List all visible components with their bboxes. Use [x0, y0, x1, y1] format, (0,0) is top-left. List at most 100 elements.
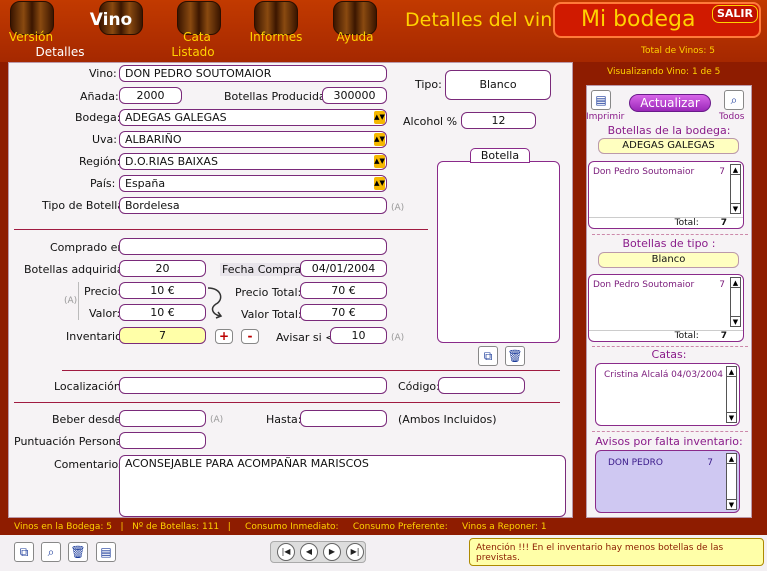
vintage-label: Añada: [80, 90, 119, 103]
total-price-field[interactable]: 70 € [300, 282, 387, 299]
print-icon[interactable]: ▤ [96, 542, 116, 562]
winery-bottles-value: ADEGAS GALEGAS [598, 138, 739, 154]
purchased-at-field[interactable] [119, 238, 387, 255]
swap-arrow-icon[interactable] [206, 284, 228, 320]
divider [592, 431, 748, 432]
alcohol-field[interactable]: 12 [461, 112, 536, 129]
personal-score-field[interactable] [119, 432, 206, 449]
warn-threshold-field[interactable]: 10 [330, 327, 387, 344]
nav-cata[interactable]: Cata [162, 30, 232, 44]
decrement-button[interactable]: - [241, 329, 259, 344]
exit-button[interactable]: SALIR [712, 5, 758, 23]
tasting-date: 04/03/2004 [671, 370, 723, 380]
last-record-icon[interactable]: ▶| [346, 543, 364, 561]
scroll-up-icon[interactable]: ▲ [731, 278, 740, 288]
divider [14, 402, 560, 403]
scrollbar[interactable]: ▲ ▼ [730, 164, 741, 214]
print-label[interactable]: Imprimir [586, 112, 624, 122]
add-image-icon[interactable]: ⧉ [478, 346, 498, 366]
chevron-down-icon[interactable]: ▲▼ [374, 155, 385, 168]
nav-details[interactable]: Detalles [25, 45, 95, 59]
chevron-down-icon[interactable]: ▲▼ [374, 133, 385, 146]
grape-select[interactable]: ALBARIÑO ▲▼ [119, 131, 387, 148]
nav-ayuda[interactable]: Ayuda [320, 30, 390, 44]
search-icon[interactable]: ⌕ [41, 542, 61, 562]
tastings-list[interactable]: Cristina Alcalá 04/03/2004 ▲ ▼ [595, 363, 740, 426]
print-icon[interactable]: ▤ [591, 90, 611, 110]
list-item[interactable]: Don Pedro Soutomaior 7 [589, 280, 743, 290]
drink-from-field[interactable] [119, 410, 206, 427]
scroll-up-icon[interactable]: ▲ [727, 367, 736, 377]
region-value: D.O.RIAS BAIXAS [125, 155, 218, 168]
comments-label: Comentarios: [54, 458, 128, 471]
first-record-icon[interactable]: |◀ [277, 543, 295, 561]
nav-informes[interactable]: Informes [241, 30, 311, 44]
scroll-down-icon[interactable]: ▼ [727, 412, 736, 422]
bottles-acquired-field[interactable]: 20 [119, 260, 206, 277]
scroll-up-icon[interactable]: ▲ [731, 165, 740, 175]
nav-vino[interactable]: Vino [76, 10, 146, 30]
scrollbar[interactable]: ▲ ▼ [726, 366, 737, 423]
purchase-date-field[interactable]: 04/01/2004 [300, 260, 387, 277]
inventory-alert: Atención !!! En el inventario hay menos … [469, 538, 764, 566]
vintage-field[interactable]: 2000 [119, 87, 182, 104]
warn-if-label: Avisar si < [276, 331, 335, 344]
chevron-down-icon[interactable]: ▲▼ [374, 177, 385, 190]
wine-name-field[interactable]: DON PEDRO SOUTOMAIOR [119, 65, 387, 82]
country-select[interactable]: España ▲▼ [119, 175, 387, 192]
scroll-up-icon[interactable]: ▲ [727, 454, 736, 464]
type-bottles-value: Blanco [598, 252, 739, 268]
trash-icon[interactable]: 🗑 [68, 542, 88, 562]
next-record-icon[interactable]: ▶ [323, 543, 341, 561]
alert-wine-name: DON PEDRO [608, 458, 663, 468]
hint-a: (A) [64, 296, 78, 306]
type-label: Tipo: [415, 78, 442, 91]
inventory-field[interactable]: 7 [119, 327, 206, 344]
price-field[interactable]: 10 € [119, 282, 206, 299]
code-field[interactable] [438, 377, 525, 394]
type-bottles-list[interactable]: Don Pedro Soutomaior 7 ▲ ▼ Total: 7 [588, 274, 744, 342]
increment-button[interactable]: + [215, 329, 233, 344]
prev-record-icon[interactable]: ◀ [300, 543, 318, 561]
comments-textarea[interactable]: ACONSEJABLE PARA ACOMPAÑAR MARISCOS [119, 455, 566, 517]
winery-bottles-list[interactable]: Don Pedro Soutomaior 7 ▲ ▼ Total: 7 [588, 161, 744, 229]
region-select[interactable]: D.O.RIAS BAIXAS ▲▼ [119, 153, 387, 170]
bottles-produced-field[interactable]: 300000 [322, 87, 387, 104]
total-value-field[interactable]: 70 € [300, 304, 387, 321]
stock-alerts-list[interactable]: DON PEDRO 7 ▲ ▼ [595, 450, 740, 513]
scroll-down-icon[interactable]: ▼ [731, 316, 740, 326]
winery-select[interactable]: ADEGAS GALEGAS ▲▼ [119, 109, 387, 126]
until-field[interactable] [300, 410, 387, 427]
type-bottles-title: Botellas de tipo : [622, 237, 716, 250]
scrollbar[interactable]: ▲ ▼ [726, 453, 737, 510]
scroll-down-icon[interactable]: ▼ [727, 499, 736, 509]
scroll-down-icon[interactable]: ▼ [731, 203, 740, 213]
country-value: España [125, 177, 166, 190]
update-button[interactable]: Actualizar [629, 94, 711, 112]
winery-value: ADEGAS GALEGAS [125, 111, 227, 124]
search-icon[interactable]: ⌕ [724, 90, 744, 110]
nav-version[interactable]: Versión [0, 30, 66, 44]
add-record-icon[interactable]: ⧉ [14, 542, 34, 562]
scrollbar[interactable]: ▲ ▼ [730, 277, 741, 327]
all-label[interactable]: Todos [719, 112, 744, 122]
total-label: Total: [674, 331, 699, 341]
location-field[interactable] [119, 377, 387, 394]
list-item[interactable]: Don Pedro Soutomaior 7 [589, 167, 743, 177]
trash-icon[interactable]: 🗑 [505, 346, 525, 366]
hint-a: (A) [391, 333, 405, 343]
list-item[interactable]: DON PEDRO 7 [596, 458, 739, 468]
nav-listado[interactable]: Listado [158, 45, 228, 59]
purchase-date-label: Fecha Compra: [220, 263, 307, 276]
bottle-type-field[interactable]: Bordelesa [119, 197, 387, 214]
grape-label: Uva: [92, 133, 118, 146]
list-item[interactable]: Cristina Alcalá 04/03/2004 [596, 370, 739, 380]
winery-bottles-title: Botellas de la bodega: [607, 124, 731, 137]
value-field[interactable]: 10 € [119, 304, 206, 321]
price-label: Precio: [84, 285, 122, 298]
chevron-down-icon[interactable]: ▲▼ [374, 111, 385, 124]
bottle-image-frame[interactable] [437, 161, 560, 343]
grape-value: ALBARIÑO [125, 133, 182, 146]
type-field[interactable]: Blanco [445, 70, 551, 100]
divider [14, 229, 428, 230]
